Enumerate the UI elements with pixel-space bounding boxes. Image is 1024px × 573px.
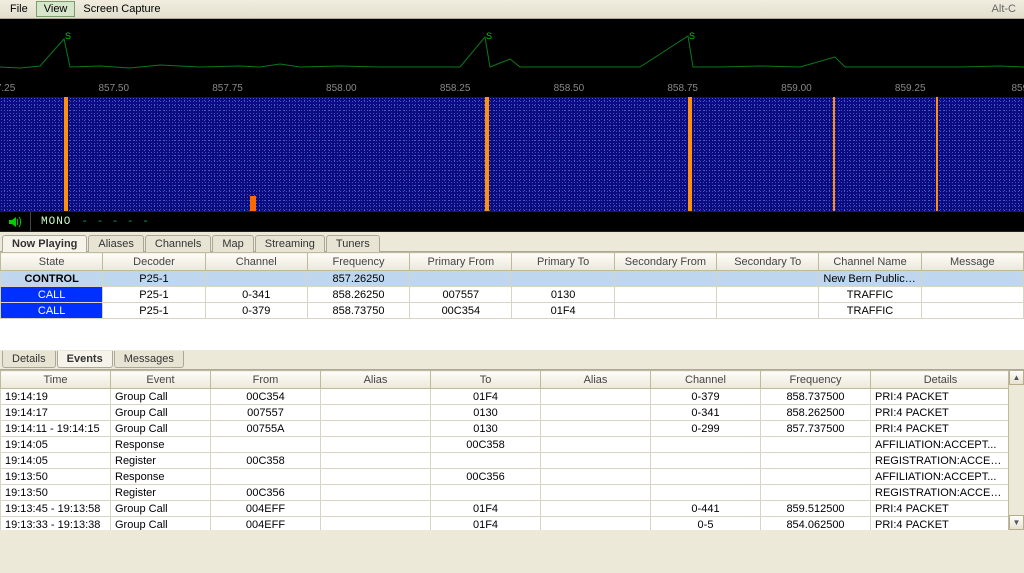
event-row[interactable]: 19:13:50Response00C356AFFILIATION:ACCEPT… xyxy=(1,469,1009,485)
freq-tick: 859.00 xyxy=(781,83,812,94)
speaker-icon[interactable] xyxy=(6,213,24,231)
tab-now-playing[interactable]: Now Playing xyxy=(2,235,87,252)
tab-streaming[interactable]: Streaming xyxy=(255,235,325,252)
freq-tick: 859.5 xyxy=(1011,83,1024,94)
subtab-messages[interactable]: Messages xyxy=(114,351,184,368)
col-header[interactable]: Frequency xyxy=(307,253,409,271)
spectrum-display[interactable]: S S S xyxy=(0,19,1024,81)
events-grid[interactable]: TimeEventFromAliasToAliasChannelFrequenc… xyxy=(0,370,1008,530)
col-header[interactable]: Frequency xyxy=(761,371,871,389)
now-playing-tabs: Now PlayingAliasesChannelsMapStreamingTu… xyxy=(0,232,1024,252)
shortcut-hint: Alt-C xyxy=(992,3,1022,15)
col-header[interactable]: Channel xyxy=(205,253,307,271)
freq-tick: 857.75 xyxy=(212,83,243,94)
event-row[interactable]: 19:13:50Register00C356REGISTRATION:ACCEP… xyxy=(1,485,1009,501)
col-header[interactable]: Decoder xyxy=(103,253,205,271)
col-header[interactable]: Alias xyxy=(321,371,431,389)
freq-tick: 858.25 xyxy=(440,83,471,94)
tab-map[interactable]: Map xyxy=(212,235,253,252)
svg-text:S: S xyxy=(689,31,695,41)
scroll-down-icon[interactable]: ▼ xyxy=(1009,515,1024,530)
freq-tick: 857.25 xyxy=(0,83,15,94)
tab-channels[interactable]: Channels xyxy=(145,235,211,252)
col-header[interactable]: Channel Name xyxy=(819,253,921,271)
scroll-up-icon[interactable]: ▲ xyxy=(1009,370,1024,385)
channel-row[interactable]: CONTROLP25-1857.26250New Bern Public ... xyxy=(1,271,1024,287)
event-row[interactable]: 19:14:17Group Call00755701300-341858.262… xyxy=(1,405,1009,421)
col-header[interactable]: Event xyxy=(111,371,211,389)
sub-tabs: DetailsEventsMessages xyxy=(0,350,1024,370)
menu-screen-capture[interactable]: Screen Capture xyxy=(75,1,168,17)
event-row[interactable]: 19:14:19Group Call00C35401F40-379858.737… xyxy=(1,389,1009,405)
subtab-events[interactable]: Events xyxy=(57,351,113,368)
menu-file[interactable]: File xyxy=(2,1,36,17)
channel-row[interactable]: CALLP25-10-341858.262500075570130TRAFFIC xyxy=(1,287,1024,303)
col-header[interactable]: Primary To xyxy=(512,253,614,271)
subtab-details[interactable]: Details xyxy=(2,351,56,368)
now-playing-grid[interactable]: StateDecoderChannelFrequencyPrimary From… xyxy=(0,252,1024,350)
menubar: File View Screen Capture Alt-C xyxy=(0,0,1024,19)
event-row[interactable]: 19:13:33 - 19:13:38Group Call004EFF01F40… xyxy=(1,517,1009,531)
audio-levels: - - - - - xyxy=(81,216,149,228)
tab-tuners[interactable]: Tuners xyxy=(326,235,380,252)
col-header[interactable]: Channel xyxy=(651,371,761,389)
event-row[interactable]: 19:14:11 - 19:14:15Group Call00755A01300… xyxy=(1,421,1009,437)
menu-view[interactable]: View xyxy=(36,1,76,17)
tab-aliases[interactable]: Aliases xyxy=(88,235,143,252)
event-row[interactable]: 19:14:05Response00C358AFFILIATION:ACCEPT… xyxy=(1,437,1009,453)
frequency-axis: 857.25 857.50 857.75 858.00 858.25 858.50 858.… xyxy=(0,81,1024,97)
event-row[interactable]: 19:13:45 - 19:13:58Group Call004EFF01F40… xyxy=(1,501,1009,517)
freq-tick: 858.00 xyxy=(326,83,357,94)
freq-tick: 858.75 xyxy=(667,83,698,94)
audio-mode: MONO xyxy=(41,216,71,228)
col-header[interactable]: Message xyxy=(921,253,1023,271)
col-header[interactable]: To xyxy=(431,371,541,389)
freq-tick: 857.50 xyxy=(98,83,129,94)
events-scrollbar[interactable]: ▲ ▼ xyxy=(1008,370,1024,530)
col-header[interactable]: Secondary From xyxy=(614,253,716,271)
channel-row[interactable]: CALLP25-10-379858.7375000C35401F4TRAFFIC xyxy=(1,303,1024,319)
col-header[interactable]: Details xyxy=(871,371,1009,389)
waterfall-display[interactable] xyxy=(0,97,1024,211)
col-header[interactable]: State xyxy=(1,253,103,271)
freq-tick: 859.25 xyxy=(895,83,926,94)
audio-bar: MONO - - - - - xyxy=(0,211,1024,232)
col-header[interactable]: From xyxy=(211,371,321,389)
col-header[interactable]: Primary From xyxy=(410,253,512,271)
col-header[interactable]: Time xyxy=(1,371,111,389)
col-header[interactable]: Secondary To xyxy=(717,253,819,271)
freq-tick: 858.50 xyxy=(554,83,585,94)
col-header[interactable]: Alias xyxy=(541,371,651,389)
event-row[interactable]: 19:14:05Register00C358REGISTRATION:ACCEP… xyxy=(1,453,1009,469)
svg-text:S: S xyxy=(486,31,492,41)
svg-text:S: S xyxy=(65,31,71,41)
